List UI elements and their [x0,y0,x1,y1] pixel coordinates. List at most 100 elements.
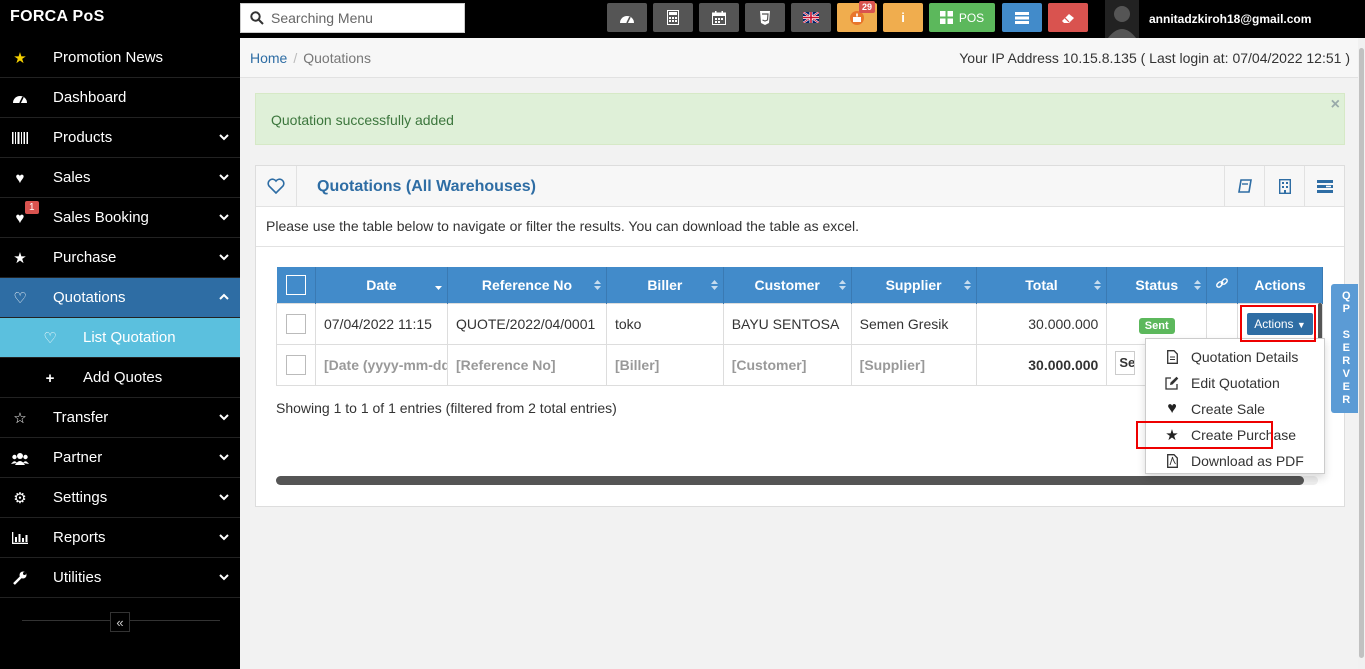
column-header-status[interactable]: Status [1106,267,1208,303]
filter-checkbox[interactable] [285,354,306,375]
columns-tool[interactable] [1304,166,1344,206]
star-icon: ★ [1165,427,1179,444]
panel-header: Quotations (All Warehouses) [256,166,1344,207]
success-alert: Quotation successfully added × [255,93,1345,145]
column-header-total[interactable]: Total [976,267,1108,303]
select-all-header[interactable] [276,267,316,303]
clear-button[interactable] [1048,3,1088,32]
column-header-label: Supplier [885,276,942,293]
calendar-button[interactable] [699,3,739,32]
select-all-checkbox[interactable] [285,274,306,295]
page-scrollbar-thumb[interactable] [1359,48,1364,658]
breadcrumb: Home / Quotations [250,50,371,66]
filter-status-select[interactable]: Se [1115,351,1136,375]
row-select-cell [276,302,316,345]
heart-icon: ♥ [15,169,25,187]
sidebar-collapse-button[interactable]: « [110,612,130,632]
column-header-customer[interactable]: Customer [723,267,852,303]
filter-customer[interactable]: [Customer] [722,343,852,386]
column-header-label: Status [1135,276,1179,293]
search-box[interactable] [240,3,465,33]
gear-icon: ⚙ [13,490,27,507]
sidebar-item-label: Add Quotes [83,369,163,386]
cell-date: 07/04/2022 11:15 [314,302,448,345]
row-checkbox[interactable] [285,313,306,334]
sort-icon [710,280,718,290]
pdf-icon [1165,454,1179,468]
info-button[interactable]: i [883,3,923,32]
add-quotation-tool[interactable] [1224,166,1264,206]
sidebar-item-utilities[interactable]: Utilities [0,558,240,598]
menu-item-label: Edit Quotation [1191,375,1280,391]
column-header-label: Total [1025,276,1058,293]
excel-download-tool[interactable] [1264,166,1304,206]
page-scrollbar[interactable] [1358,38,1365,669]
css3-icon [760,10,770,25]
quotations-panel: Quotations (All Warehouses) Please use t… [255,165,1345,507]
sidebar-item-quotations[interactable]: ♡ Quotations [0,278,240,318]
chevron-down-icon [219,254,229,261]
heart-outline-icon: ♡ [13,290,27,307]
filter-supplier[interactable]: [Supplier] [850,343,977,386]
user-email: annitadzkiroh18@gmail.com [1149,12,1312,26]
sidebar-item-transfer[interactable]: ☆ Transfer [0,398,240,438]
notifications-button[interactable]: 29 [837,1,877,32]
chevron-down-icon [219,574,229,581]
notification-badge: 29 [858,1,875,13]
qp-server-label: QP SERVER [1340,290,1353,407]
sidebar-item-reports[interactable]: Reports [0,518,240,558]
menu-item-create-sale[interactable]: ♥ Create Sale [1146,396,1326,422]
user-menu[interactable]: annitadzkiroh18@gmail.com [1105,0,1311,38]
column-header-date[interactable]: Date [315,267,448,303]
filter-biller[interactable]: [Biller] [605,343,724,386]
sidebar-item-sales[interactable]: ♥ Sales [0,158,240,198]
sidebar-item-label: List Quotation [83,329,176,346]
tasks-icon [1316,179,1333,193]
sidebar-item-sales-booking[interactable]: ♥ 1 Sales Booking [0,198,240,238]
css3-button[interactable] [745,3,785,32]
list-button[interactable] [1002,3,1042,32]
filter-reference[interactable]: [Reference No] [446,343,607,386]
column-header-reference[interactable]: Reference No [447,267,607,303]
sidebar-item-dashboard[interactable]: Dashboard [0,78,240,118]
sidebar-item-purchase[interactable]: ★ Purchase [0,238,240,278]
sidebar-item-label: Settings [53,489,108,506]
barcode-icon [11,130,29,146]
menu-item-label: Create Purchase [1191,427,1297,443]
table-horizontal-scrollbar[interactable] [276,476,1318,485]
breadcrumb-home-link[interactable]: Home [250,50,287,66]
sidebar-item-list-quotation[interactable]: ♡ List Quotation [0,318,240,358]
panel-intro: Please use the table below to navigate o… [266,218,860,234]
filter-date[interactable]: [Date (yyyy-mm-dd)] [314,343,448,386]
qp-server-tab[interactable]: QP SERVER [1331,284,1361,413]
sidebar-item-label: Reports [53,529,106,546]
scrollbar-thumb[interactable] [276,476,1304,485]
sidebar-item-label: Quotations [53,289,126,306]
chevron-down-icon [219,174,229,181]
actions-button[interactable]: Actions ▼ [1247,312,1313,335]
pos-button[interactable]: POS [929,3,995,32]
language-button[interactable] [791,3,831,32]
menu-item-edit-quotation[interactable]: Edit Quotation [1146,370,1326,396]
breadcrumb-current: Quotations [303,50,371,66]
sidebar-item-add-quotes[interactable]: + Add Quotes [0,358,240,398]
heart-outline-icon [256,166,297,206]
column-header-supplier[interactable]: Supplier [851,267,977,303]
plus-icon: + [45,369,55,387]
sidebar-item-settings[interactable]: ⚙ Settings [0,478,240,518]
menu-item-create-purchase[interactable]: ★ Create Purchase [1146,422,1326,448]
sidebar-item-promotion-news[interactable]: ★ Promotion News [0,38,240,78]
dashboard-button[interactable] [607,3,647,32]
brand-logo[interactable]: FORCA PoS [10,8,105,26]
sidebar-item-products[interactable]: Products [0,118,240,158]
calculator-button[interactable] [653,3,693,32]
column-header-biller[interactable]: Biller [606,267,724,303]
menu-item-quotation-details[interactable]: Quotation Details [1146,344,1326,370]
search-input[interactable] [271,8,456,28]
menu-item-label: Create Sale [1191,401,1265,417]
sidebar-item-label: Promotion News [53,49,164,66]
alert-close-button[interactable]: × [1331,96,1340,114]
menu-item-download-pdf[interactable]: Download as PDF [1146,448,1326,474]
search-icon [250,11,264,25]
sidebar-item-partner[interactable]: Partner [0,438,240,478]
